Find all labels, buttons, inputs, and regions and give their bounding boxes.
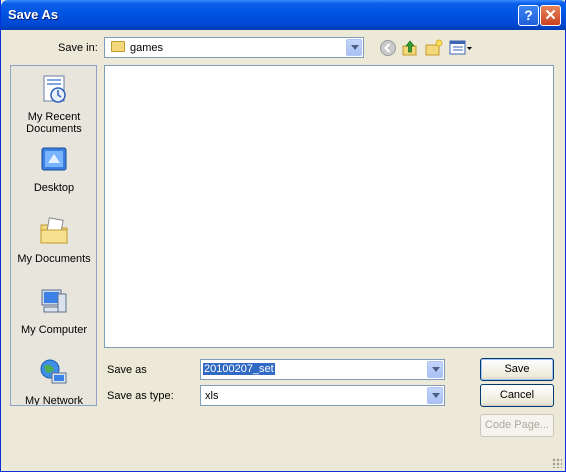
file-list[interactable] xyxy=(104,65,554,348)
save-in-value: games xyxy=(130,42,164,54)
help-button[interactable]: ? xyxy=(518,5,539,26)
save-in-dropdown[interactable]: games xyxy=(104,37,364,58)
save-button[interactable]: Save xyxy=(480,358,554,381)
file-type-value: xls xyxy=(205,390,219,402)
place-label: My Computer xyxy=(20,324,88,336)
place-my-network[interactable]: My Network xyxy=(11,357,96,406)
place-label: My Documents xyxy=(17,253,91,265)
place-my-documents[interactable]: My Documents xyxy=(11,215,96,265)
views-menu-icon[interactable] xyxy=(449,39,473,57)
desktop-icon xyxy=(41,147,67,171)
file-type-dropdown[interactable]: xls xyxy=(200,385,445,406)
chevron-down-icon[interactable] xyxy=(427,387,443,404)
save-as-label: Save as xyxy=(107,364,147,376)
file-name-input[interactable]: 20100207_set xyxy=(200,359,445,380)
place-label: My Recent xyxy=(27,111,81,123)
back-icon[interactable] xyxy=(379,39,397,57)
recent-documents-icon xyxy=(43,75,66,103)
chevron-down-icon[interactable] xyxy=(427,361,443,378)
place-label: Documents xyxy=(26,123,82,135)
dialog-title: Save As xyxy=(8,7,59,22)
place-desktop[interactable]: Desktop xyxy=(11,144,96,194)
new-folder-icon[interactable] xyxy=(425,39,443,57)
file-name-value: 20100207_set xyxy=(203,363,275,375)
my-computer-icon xyxy=(41,289,67,313)
place-my-computer[interactable]: My Computer xyxy=(11,286,96,336)
title-bar[interactable]: Save As ? ✕ xyxy=(1,0,566,30)
up-folder-icon[interactable] xyxy=(401,39,419,57)
cancel-button[interactable]: Cancel xyxy=(480,384,554,407)
place-my-recent-documents[interactable]: My Recent Documents xyxy=(11,73,96,135)
resize-grip[interactable] xyxy=(552,458,562,468)
my-network-icon xyxy=(40,359,67,384)
places-bar: My Recent Documents Desktop My Documents xyxy=(10,65,97,406)
place-label: My Network xyxy=(24,395,84,406)
my-documents-icon xyxy=(40,217,68,244)
save-as-type-label: Save as type: xyxy=(107,390,174,402)
save-in-label: Save in: xyxy=(58,42,98,54)
save-as-dialog: Save As ? ✕ Save in: games My Recent Doc… xyxy=(0,0,566,472)
code-page-button: Code Page... xyxy=(480,414,554,437)
place-label: Desktop xyxy=(33,182,75,194)
close-button[interactable]: ✕ xyxy=(540,5,561,26)
folder-icon xyxy=(111,41,125,52)
chevron-down-icon[interactable] xyxy=(346,39,362,56)
